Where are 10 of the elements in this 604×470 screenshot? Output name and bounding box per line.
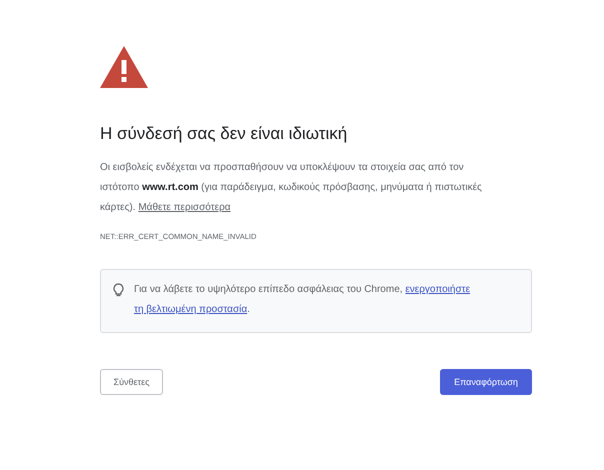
enhanced-protection-link[interactable]: ενεργοποιήστε — [405, 284, 470, 295]
advanced-button[interactable]: Σύνθετες — [100, 369, 163, 395]
warning-icon — [100, 46, 148, 88]
lightbulb-icon — [113, 283, 124, 297]
tip-text: Για να λάβετε το υψηλότερο επίπεδο ασφάλειας του Chrome, ενεργοποιήστε τη βελτιωμένη προστασία. — [134, 283, 470, 317]
enhanced-protection-link[interactable]: τη βελτιωμένη προστασία — [134, 304, 248, 315]
reload-button[interactable]: Επαναφόρτωση — [440, 369, 532, 395]
page-heading: Η σύνδεσή σας δεν είναι ιδιωτική — [100, 124, 348, 144]
warning-paragraph: Οι εισβολείς ενδέχεται να προσπαθήσουν να υποκλέψουν τα στοιχεία σας από τον ιστότοπο www.rt.com (για παράδειγμα, κωδικούς πρόσβασης, μηνύματα ή πιστωτικές κάρτες). Μάθετε περισσότερα — [100, 161, 483, 215]
learn-more-link[interactable]: Μάθετε περισσότερα — [138, 202, 231, 213]
